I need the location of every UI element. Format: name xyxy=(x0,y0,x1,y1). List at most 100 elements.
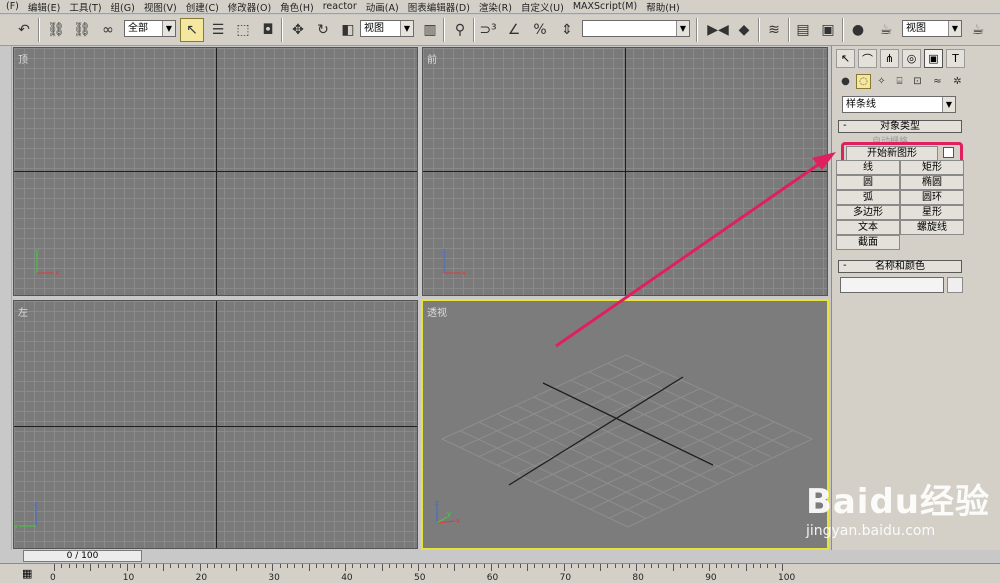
object-name-input[interactable] xyxy=(840,277,944,293)
menu-reactor[interactable]: reactor xyxy=(323,1,357,12)
object-category-select[interactable]: 样条线 ▼ xyxy=(842,96,956,113)
shapes-icon[interactable]: ◌ xyxy=(856,74,871,89)
timeline-tick xyxy=(236,564,237,571)
rect-selection-region-icon[interactable]: ⬚ xyxy=(231,18,255,42)
material-editor-icon[interactable]: ● xyxy=(846,18,870,42)
percent-snap-icon[interactable]: % xyxy=(528,18,552,42)
shape-button-helix[interactable]: 螺旋线 xyxy=(900,220,964,235)
select-manipulate-icon[interactable]: ⚲ xyxy=(448,18,472,42)
shape-button-ngon[interactable]: 多边形 xyxy=(836,205,900,220)
timeline-tick-label: 40 xyxy=(341,573,353,583)
move-icon[interactable]: ✥ xyxy=(286,18,310,42)
shape-button-circle[interactable]: 圆 xyxy=(836,175,900,190)
shape-button-line[interactable]: 线 xyxy=(836,160,900,175)
motion-tab-icon[interactable]: ◎ xyxy=(902,49,921,68)
timeline-tick xyxy=(359,564,361,568)
rollout-object-type[interactable]: - 对象类型 xyxy=(838,120,962,133)
menu-graph-editors[interactable]: 图表编辑器(D) xyxy=(408,0,470,14)
time-slider[interactable]: 0 / 100 xyxy=(23,550,142,562)
menu-views[interactable]: 视图(V) xyxy=(144,0,177,14)
select-object-icon[interactable]: ↖ xyxy=(180,18,204,42)
rotate-icon[interactable]: ↻ xyxy=(311,18,335,42)
object-color-swatch[interactable] xyxy=(947,277,963,293)
quick-render-icon[interactable]: ☕ xyxy=(966,18,990,42)
utilities-tab-icon[interactable]: T xyxy=(946,49,965,68)
align-icon[interactable]: ◆ xyxy=(732,18,756,42)
mirror-icon[interactable]: ▶◀ xyxy=(706,18,730,42)
select-link-icon[interactable]: ⛓ xyxy=(44,18,68,42)
timeline-tick xyxy=(367,564,369,568)
curve-editor-icon[interactable]: ▤ xyxy=(791,18,815,42)
menu-rendering[interactable]: 渲染(R) xyxy=(479,0,512,14)
viewport-perspective[interactable]: 透视 z x y xyxy=(421,299,829,550)
systems-icon[interactable]: ✲ xyxy=(950,74,965,89)
spinner-snap-icon[interactable]: ⇕ xyxy=(555,18,579,42)
create-tab-icon[interactable]: ↖ xyxy=(836,49,855,68)
chevron-down-icon: ▼ xyxy=(162,21,175,36)
menu-edit[interactable]: 编辑(E) xyxy=(28,0,60,14)
timeline-tick-label: 90 xyxy=(705,573,717,583)
menu-tools[interactable]: 工具(T) xyxy=(69,0,101,14)
unlink-icon[interactable]: ⛓ xyxy=(70,18,94,42)
menu-create[interactable]: 创建(C) xyxy=(186,0,219,14)
render-scene-icon[interactable]: ☕ xyxy=(874,18,898,42)
timeline-config-icon[interactable]: ▦ xyxy=(22,567,32,580)
shape-button-text[interactable]: 文本 xyxy=(836,220,900,235)
viewport-label-top[interactable]: 顶 xyxy=(18,51,28,66)
bind-spacewarp-icon[interactable]: ∞ xyxy=(96,18,120,42)
named-selection-sets-select[interactable]: ▼ xyxy=(582,20,690,37)
render-type-select[interactable]: 视图 ▼ xyxy=(902,20,962,37)
undo-icon[interactable]: ↶ xyxy=(12,18,36,42)
menu-character[interactable]: 角色(H) xyxy=(280,0,314,14)
menu-group[interactable]: 组(G) xyxy=(111,0,135,14)
viewport-label-front[interactable]: 前 xyxy=(427,51,437,66)
timeline-tick xyxy=(185,564,187,568)
rollout-name-color[interactable]: - 名称和颜色 xyxy=(838,260,962,273)
reference-coordinate-select[interactable]: 视图 ▼ xyxy=(360,20,414,37)
shape-button-ellipse[interactable]: 椭圆 xyxy=(900,175,964,190)
modify-tab-icon[interactable]: ⌒ xyxy=(858,49,877,68)
menu-file[interactable]: (F) xyxy=(6,1,19,12)
shape-button-rectangle[interactable]: 矩形 xyxy=(900,160,964,175)
viewport-left[interactable]: 左 z y xyxy=(13,300,418,549)
shape-button-donut[interactable]: 圆环 xyxy=(900,190,964,205)
menu-modifiers[interactable]: 修改器(O) xyxy=(228,0,271,14)
pivot-center-icon[interactable]: ▥ xyxy=(418,18,442,42)
snaps-toggle-icon[interactable]: ⊃³ xyxy=(476,18,500,42)
viewport-front[interactable]: 前 z x xyxy=(422,47,828,296)
selection-filter-select[interactable]: 全部 ▼ xyxy=(124,20,176,37)
shape-button-section[interactable]: 截面 xyxy=(836,235,900,250)
timeline-tick xyxy=(54,564,55,571)
schematic-view-icon[interactable]: ▣ xyxy=(816,18,840,42)
timeline-tick xyxy=(600,564,601,571)
timeline-tick xyxy=(286,564,288,568)
viewport-top[interactable]: 顶 y x xyxy=(13,47,418,296)
timeline-tick xyxy=(782,564,783,571)
hierarchy-tab-icon[interactable]: ⋔ xyxy=(880,49,899,68)
menu-help[interactable]: 帮助(H) xyxy=(646,0,680,14)
select-by-name-icon[interactable]: ☰ xyxy=(206,18,230,42)
layer-manager-icon[interactable]: ≋ xyxy=(762,18,786,42)
angle-snap-icon[interactable]: ∠ xyxy=(502,18,526,42)
menu-customize[interactable]: 自定义(U) xyxy=(521,0,564,14)
timeline-tick xyxy=(592,564,594,568)
svg-text:z: z xyxy=(435,499,439,507)
shape-button-star[interactable]: 星形 xyxy=(900,205,964,220)
timeline-tick-label: 20 xyxy=(195,573,208,583)
window-crossing-icon[interactable]: ◘ xyxy=(256,18,280,42)
timeline-tick xyxy=(483,564,485,568)
lights-icon[interactable]: ✧ xyxy=(874,74,889,89)
timeline-track[interactable]: ▦ 0 10 20 30 40 50 60 70 80 90 100 xyxy=(0,563,1000,583)
timeline-tick xyxy=(308,564,310,571)
display-tab-icon[interactable]: ▣ xyxy=(924,49,943,68)
scale-icon[interactable]: ◧ xyxy=(336,18,360,42)
viewport-label-left[interactable]: 左 xyxy=(18,304,28,319)
cameras-icon[interactable]: ⌸ xyxy=(892,74,907,89)
menu-maxscript[interactable]: MAXScript(M) xyxy=(573,1,637,12)
timeline-tick-label: 30 xyxy=(268,573,280,583)
menu-animation[interactable]: 动画(A) xyxy=(366,0,399,14)
shape-button-arc[interactable]: 弧 xyxy=(836,190,900,205)
geometry-icon[interactable]: ● xyxy=(838,74,853,89)
helpers-icon[interactable]: ⊡ xyxy=(910,74,925,89)
space-warps-icon[interactable]: ≈ xyxy=(930,74,945,89)
